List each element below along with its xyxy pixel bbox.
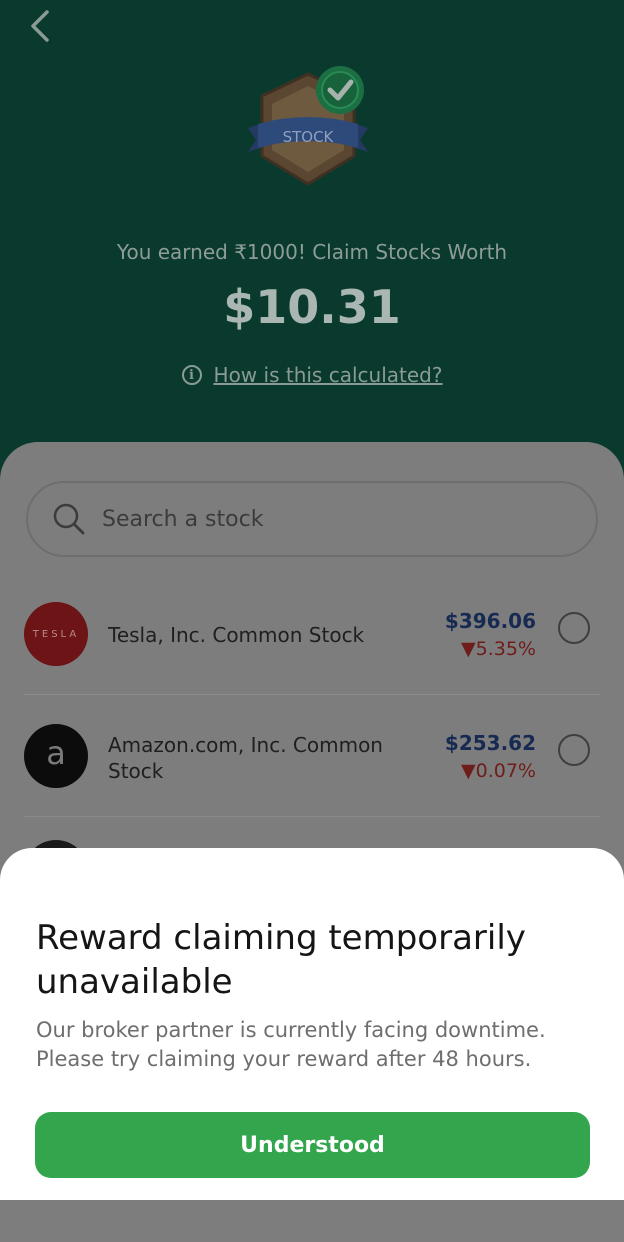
stock-name: Amazon.com, Inc. Common Stock xyxy=(108,733,383,783)
how-calculated-link[interactable]: How is this calculated? xyxy=(214,363,443,387)
stock-row-tesla[interactable]: TESLA Tesla, Inc. Common Stock $396.06 ▼… xyxy=(24,574,600,694)
search-icon xyxy=(53,503,85,535)
amazon-logo: a xyxy=(24,724,88,788)
amazon-logo-text: a xyxy=(46,734,66,772)
earned-text: You earned ₹1000! Claim Stocks Worth xyxy=(116,240,508,264)
select-radio[interactable] xyxy=(558,612,590,644)
info-icon: i xyxy=(181,365,202,385)
badge-label: STOCK xyxy=(283,128,335,146)
how-calculated[interactable]: i How is this calculated? xyxy=(0,360,624,390)
search-placeholder: Search a stock xyxy=(102,506,264,532)
modal-body: Our broker partner is currently facing d… xyxy=(36,1018,546,1071)
reward-header: STOCK You earned ₹1000! Claim Stocks Wor… xyxy=(0,0,624,470)
row-divider xyxy=(24,694,600,695)
chevron-left-icon xyxy=(31,10,49,42)
stock-row-amazon[interactable]: a Amazon.com, Inc. Common Stock $253.62 … xyxy=(24,696,600,816)
understood-button[interactable]: Understood xyxy=(35,1112,590,1178)
row-divider xyxy=(24,816,600,817)
stock-change: ▼5.35% xyxy=(461,638,536,660)
stock-price: $396.06 xyxy=(444,609,536,633)
tesla-logo: TESLA xyxy=(24,602,88,666)
back-button[interactable] xyxy=(22,6,58,46)
modal-title: Reward claiming temporarily unavailable xyxy=(36,918,526,1002)
stock-badge-icon: STOCK xyxy=(248,66,368,186)
reward-amount: $10.31 xyxy=(223,280,401,334)
reward-unavailable-modal: Reward claiming temporarily unavailable … xyxy=(0,848,624,1200)
stock-change: ▼0.07% xyxy=(461,760,536,782)
search-input[interactable]: Search a stock xyxy=(26,481,598,557)
tesla-logo-text: TESLA xyxy=(32,628,80,640)
select-radio[interactable] xyxy=(558,734,590,766)
stock-price: $253.62 xyxy=(444,731,536,755)
stock-name: Tesla, Inc. Common Stock xyxy=(108,623,365,647)
